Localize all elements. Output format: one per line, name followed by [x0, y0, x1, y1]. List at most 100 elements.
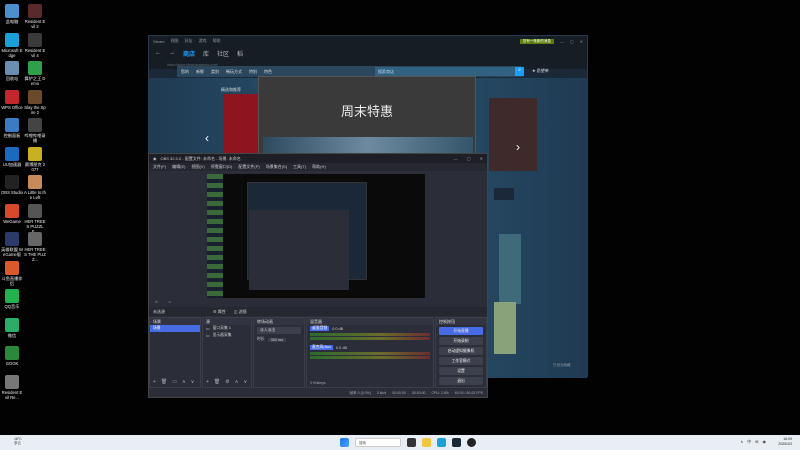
transition-select[interactable]: 淡入淡出	[257, 327, 301, 334]
gear-icon[interactable]: ⚙	[225, 379, 229, 385]
weather-widget[interactable]: 18°C 多云	[14, 437, 22, 445]
preview-mode-icon[interactable]: ▭	[168, 300, 171, 304]
source-item[interactable]: ▭ 窗口采集 1	[203, 325, 251, 332]
desktop-icon[interactable]: 英雄联盟 WeGame版	[1, 232, 23, 257]
desktop-icon[interactable]: 回收站	[1, 61, 23, 81]
tab-profile[interactable]: 稻	[237, 49, 243, 58]
menu-profile[interactable]: 配置文件(P)	[238, 164, 259, 170]
menu-edit[interactable]: 编辑(E)	[172, 164, 185, 170]
steam-menu-steam[interactable]: Steam	[153, 39, 165, 44]
properties-button[interactable]: ⚙ 属性	[213, 309, 226, 315]
menu-scene-collection[interactable]: 场景集合(S)	[266, 164, 287, 170]
move-up-icon[interactable]: ∧	[235, 379, 239, 385]
carousel-prev-icon[interactable]: ‹	[205, 131, 209, 145]
minimize-button[interactable]: —	[454, 156, 458, 161]
desktop-icon[interactable]: 微信	[1, 317, 23, 338]
maximize-button[interactable]: ▢	[570, 39, 574, 44]
move-up-icon[interactable]: ∧	[182, 379, 186, 385]
back-arrow-icon[interactable]: ←	[155, 50, 161, 56]
steam-menu-friends[interactable]: 好友	[185, 38, 193, 44]
desktop-icon[interactable]: OBS Studio	[1, 175, 23, 195]
desktop-icon[interactable]: QQ音乐	[1, 289, 23, 309]
carousel-next-icon[interactable]: ›	[516, 140, 520, 154]
desktop-icon[interactable]: HER TREES THE PUZZ...	[24, 232, 46, 262]
exit-button[interactable]: 退出	[439, 377, 483, 385]
obs-window[interactable]: ◉ OBS 32.0.0 - 配置文件: 未命名 - 场景: 未命名 — ▢ ✕…	[148, 153, 488, 398]
desktop-icon[interactable]: 此电脑	[1, 4, 23, 24]
tab-community[interactable]: 社区	[217, 49, 229, 58]
desktop-icon[interactable]: Resident Evil 2	[24, 4, 46, 29]
steam-icon[interactable]	[452, 438, 461, 447]
network-icon[interactable]: ⊞	[755, 439, 758, 445]
maximize-button[interactable]: ▢	[467, 156, 471, 161]
side-capsule[interactable]	[494, 302, 516, 354]
scene-item[interactable]: 场景	[150, 325, 200, 332]
menu-docks[interactable]: 停靠窗口(D)	[211, 164, 233, 170]
desktop-icon[interactable]: 舞铲之王 Demo	[24, 61, 46, 86]
steam-menu-games[interactable]: 游戏	[199, 38, 207, 44]
tray-expand-icon[interactable]: ∧	[740, 439, 743, 445]
weekend-sale-popup[interactable]: 周末特惠	[258, 76, 476, 158]
desktop-icon[interactable]: WPS Office	[1, 89, 23, 110]
side-capsule[interactable]	[499, 234, 521, 304]
desktop-icon[interactable]: GOOK	[1, 346, 23, 366]
clock[interactable]: 16:09 2025/4/3	[778, 437, 792, 447]
move-down-icon[interactable]: ∨	[191, 379, 195, 385]
steam-notice-button[interactable]: 您有一条新的消息	[519, 38, 554, 44]
duration-input[interactable]: 300 ms	[267, 337, 287, 342]
tab-library[interactable]: 库	[203, 49, 209, 58]
filter-icon[interactable]: ▭	[172, 379, 177, 385]
wishlist-link[interactable]: ★ 愿望单	[532, 68, 549, 74]
store-menu-item[interactable]: 畅玩方式	[226, 69, 242, 75]
steam-menu-help[interactable]: 帮助	[213, 38, 221, 44]
desktop-icon[interactable]: WeGame	[1, 203, 23, 224]
menu-file[interactable]: 文件(F)	[153, 164, 166, 170]
source-item[interactable]: ▭ 显示器采集	[203, 332, 251, 339]
desktop-icon[interactable]: 赛博朋克 2077	[24, 146, 46, 172]
desktop-icon[interactable]: A Little to the Left	[24, 175, 46, 200]
edge-icon[interactable]	[437, 438, 446, 447]
store-search-input[interactable]: 搜索商店	[375, 67, 521, 76]
move-down-icon[interactable]: ∨	[243, 379, 247, 385]
start-virtual-camera-button[interactable]: 启动虚拟摄像机	[439, 347, 483, 355]
store-menu-item[interactable]: 您的	[181, 69, 189, 75]
start-streaming-button[interactable]: 开始直播	[439, 327, 483, 335]
store-menu-item[interactable]: 类别	[211, 69, 219, 75]
desktop-icon[interactable]: Slay the Spire 2	[24, 89, 46, 115]
studio-mode-button[interactable]: 工作室模式	[439, 357, 483, 365]
forward-arrow-icon[interactable]: →	[169, 50, 175, 56]
tab-store[interactable]: 商店	[183, 49, 195, 58]
start-icon[interactable]	[340, 438, 349, 447]
desktop-icon[interactable]: 哔哩哔哩录播	[24, 118, 46, 143]
search-icon[interactable]: ⌕	[515, 67, 524, 76]
obs-preview[interactable]	[207, 174, 425, 298]
desktop-icon[interactable]: Resident Evil 4	[24, 32, 46, 58]
ime-icon[interactable]: 中	[747, 439, 751, 445]
settings-button[interactable]: 设置	[439, 367, 483, 375]
menu-help[interactable]: 帮助(H)	[312, 164, 326, 170]
close-button[interactable]: ✕	[480, 156, 483, 161]
menu-tools[interactable]: 工具(T)	[293, 164, 306, 170]
zoom-icon[interactable]: ⊕	[155, 300, 158, 304]
desktop-icon[interactable]: Microsoft Edge	[1, 32, 23, 58]
obs-icon[interactable]	[467, 438, 476, 447]
close-button[interactable]: ✕	[580, 39, 583, 44]
trash-icon[interactable]: 🗑	[161, 379, 167, 385]
taskbar-search[interactable]: 搜索	[355, 438, 401, 447]
desktop-icon[interactable]: 斗鱼直播伴侣	[1, 260, 23, 286]
menu-view[interactable]: 视图(V)	[191, 164, 204, 170]
start-recording-button[interactable]: 开始录制	[439, 337, 483, 345]
desktop-icon[interactable]: 控制面板	[1, 118, 23, 138]
minimize-button[interactable]: —	[560, 39, 564, 44]
featured-capsule-right[interactable]	[489, 98, 537, 171]
trash-icon[interactable]: 🗑	[214, 379, 220, 385]
add-icon[interactable]: +	[206, 379, 209, 385]
steam-menu-view[interactable]: 视图	[171, 38, 179, 44]
store-menu-item[interactable]: 新鲜	[196, 69, 204, 75]
desktop-icon[interactable]: Resident Evil Re...	[1, 374, 23, 400]
filters-button[interactable]: ◫ 滤镜	[234, 309, 247, 315]
add-icon[interactable]: +	[153, 379, 156, 385]
store-menu-item[interactable]: 特色	[264, 69, 272, 75]
capsule-thumb[interactable]	[494, 188, 514, 200]
desktop-icon[interactable]: HER TREES PUZZLE...	[24, 203, 46, 234]
